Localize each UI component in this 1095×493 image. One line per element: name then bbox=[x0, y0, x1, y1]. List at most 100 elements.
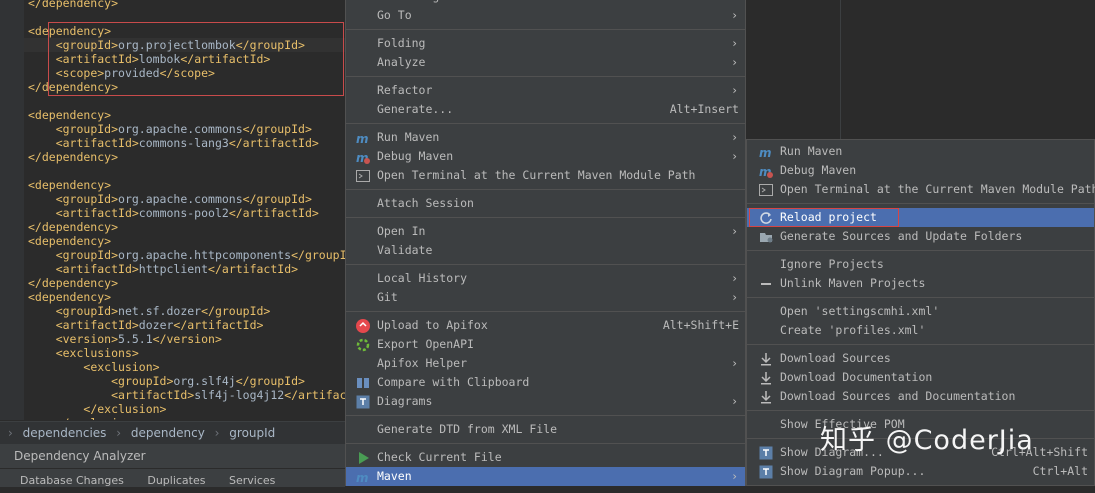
menu-item-label: Git bbox=[377, 290, 398, 304]
bottom-tool-tabs: Database Changes Duplicates Services bbox=[0, 468, 345, 487]
menu-separator bbox=[346, 217, 745, 218]
menu-item-local-history[interactable]: Local History › bbox=[346, 269, 745, 288]
xml-tag: </groupId> bbox=[291, 248, 345, 262]
chevron-right-icon: › bbox=[732, 290, 737, 304]
menu-item-ignore-projects[interactable]: Ignore Projects bbox=[747, 255, 1094, 274]
menu-item-export-openapi[interactable]: Export OpenAPI bbox=[346, 335, 745, 354]
menu-item-label: Analyze bbox=[377, 55, 426, 69]
menu-separator bbox=[747, 203, 1094, 204]
menu-item-go-to[interactable]: Go To › bbox=[346, 6, 745, 25]
code-line: </dependency> bbox=[28, 276, 118, 290]
menu-item-open-in[interactable]: Open In › bbox=[346, 222, 745, 241]
code-line: <exclusion> bbox=[28, 360, 160, 374]
xml-tag: </dependency> bbox=[28, 276, 119, 290]
xml-text: commons-pool2 bbox=[138, 206, 229, 220]
menu-item-label: Run Maven bbox=[780, 144, 843, 158]
code-line: <artifactId>commons-lang3</artifactId> bbox=[28, 136, 319, 150]
xml-tag: </dependency> bbox=[28, 150, 119, 164]
code-editor[interactable]: </dependency> <dependency> <groupId>org.p… bbox=[0, 0, 345, 420]
xml-tag: <dependency> bbox=[28, 234, 112, 248]
openapi-icon bbox=[356, 338, 370, 352]
breadcrumb-item[interactable]: dependencies bbox=[23, 426, 107, 440]
menu-item-diagrams[interactable]: Diagrams › bbox=[346, 392, 745, 411]
menu-item-open-terminal-at-the-current-maven-module-path[interactable]: Open Terminal at the Current Maven Modul… bbox=[747, 180, 1095, 199]
menu-item-label: Validate bbox=[377, 243, 433, 257]
menu-item-debug-maven[interactable]: m Debug Maven bbox=[747, 161, 1094, 180]
menu-item-download-sources[interactable]: Download Sources bbox=[747, 349, 1094, 368]
menu-item-label: Debug Maven bbox=[377, 149, 454, 163]
menu-item-debug-maven[interactable]: m Debug Maven › bbox=[346, 147, 745, 166]
tab-duplicates[interactable]: Duplicates bbox=[147, 474, 205, 487]
menu-item-run-maven[interactable]: m Run Maven › bbox=[346, 128, 745, 147]
xml-tag: <exclusion> bbox=[83, 360, 160, 374]
code-line: <groupId>net.sf.dozer</groupId> bbox=[28, 304, 271, 318]
menu-item-unlink-maven-projects[interactable]: Unlink Maven Projects bbox=[747, 274, 1094, 293]
code-line: <groupId>org.slf4j</groupId> bbox=[28, 374, 305, 388]
menu-item-apifox-helper[interactable]: Apifox Helper › bbox=[346, 354, 745, 373]
menu-separator bbox=[346, 311, 745, 312]
minus-icon bbox=[759, 277, 773, 291]
menu-separator bbox=[747, 250, 1094, 251]
xml-text: commons-lang3 bbox=[138, 136, 229, 150]
menu-item-open-settingscmhi-xml[interactable]: Open 'settingscmhi.xml' bbox=[747, 302, 1094, 321]
xml-text: org.slf4j bbox=[173, 374, 236, 388]
menu-item-label: Check Current File bbox=[377, 450, 502, 464]
menu-item-generate-sources-and-update-folders[interactable]: Generate Sources and Update Folders bbox=[747, 227, 1094, 246]
xml-text: net.sf.dozer bbox=[118, 304, 202, 318]
menu-item-download-sources-and-documentation[interactable]: Download Sources and Documentation bbox=[747, 387, 1094, 406]
menu-item-label: Generate Sources and Update Folders bbox=[780, 229, 1023, 243]
diagram-icon bbox=[356, 395, 370, 409]
breadcrumb: › dependencies › dependency › groupId bbox=[0, 421, 345, 444]
menu-item-create-profiles-xml[interactable]: Create 'profiles.xml' bbox=[747, 321, 1094, 340]
menu-separator bbox=[346, 264, 745, 265]
maven-icon: m bbox=[356, 131, 370, 146]
xml-tag: </exclusion> bbox=[83, 402, 167, 416]
download-icon bbox=[759, 371, 773, 385]
menu-item-check-current-file[interactable]: Check Current File bbox=[346, 448, 745, 467]
xml-tag: </artifactId> bbox=[208, 262, 299, 276]
watermark: 知乎 @CoderJia bbox=[820, 425, 1034, 456]
xml-tag: </groupId> bbox=[242, 122, 312, 136]
menu-item-generate[interactable]: Generate... Alt+Insert bbox=[346, 100, 745, 119]
breadcrumb-item[interactable]: groupId bbox=[229, 426, 275, 440]
menu-item-validate[interactable]: Validate bbox=[346, 241, 745, 260]
menu-separator bbox=[747, 344, 1094, 345]
menu-item-download-documentation[interactable]: Download Documentation bbox=[747, 368, 1094, 387]
download-icon bbox=[759, 390, 773, 404]
breadcrumb-item[interactable]: dependency bbox=[131, 426, 205, 440]
dependency-analyzer-tab[interactable]: Dependency Analyzer bbox=[0, 444, 345, 468]
reload-highlight-box bbox=[749, 208, 899, 227]
menu-item-label: Diagrams bbox=[377, 394, 433, 408]
code-line: </dependency> bbox=[28, 0, 118, 10]
tab-services[interactable]: Services bbox=[229, 474, 275, 487]
xml-tag: </artifactId> bbox=[228, 206, 319, 220]
menu-item-git[interactable]: Git › bbox=[346, 288, 745, 307]
xml-text: org.apache.commons bbox=[118, 192, 243, 206]
menu-item-folding[interactable]: Folding › bbox=[346, 34, 745, 53]
menu-item-maven[interactable]: m Maven › bbox=[346, 467, 745, 486]
download-icon bbox=[759, 352, 773, 366]
menu-item-label: Open In bbox=[377, 224, 426, 238]
tab-database-changes[interactable]: Database Changes bbox=[20, 474, 124, 487]
menu-item-attach-session[interactable]: Attach Session bbox=[346, 194, 745, 213]
menu-item-label: Refactor bbox=[377, 83, 433, 97]
menu-item-run-maven[interactable]: m Run Maven bbox=[747, 142, 1094, 161]
menu-item-open-terminal-at-the-current-maven-module-path[interactable]: Open Terminal at the Current Maven Modul… bbox=[346, 166, 745, 185]
context-menu: Find UsagesAlt+F7Go To›Folding›Analyze›R… bbox=[345, 0, 746, 486]
code-line: <dependency> bbox=[28, 178, 111, 192]
xml-tag: <artifactId> bbox=[55, 318, 139, 332]
menu-item-compare-with-clipboard[interactable]: Compare with Clipboard bbox=[346, 373, 745, 392]
menu-item-refactor[interactable]: Refactor › bbox=[346, 81, 745, 100]
code-line: <groupId>org.apache.commons</groupId> bbox=[28, 122, 312, 136]
xml-tag: </groupId> bbox=[201, 304, 271, 318]
code-line: <artifactId>commons-pool2</artifactId> bbox=[28, 206, 319, 220]
code-line: <dependency> bbox=[28, 290, 111, 304]
menu-separator bbox=[346, 189, 745, 190]
menu-item-shortcut: Alt+Insert bbox=[669, 102, 739, 116]
menu-item-upload-to-apifox[interactable]: Upload to Apifox Alt+Shift+E bbox=[346, 316, 745, 335]
menu-item-generate-dtd-from-xml-file[interactable]: Generate DTD from XML File bbox=[346, 420, 745, 439]
menu-item-show-diagram-popup[interactable]: Show Diagram Popup... Ctrl+Alt bbox=[747, 462, 1094, 481]
menu-item-analyze[interactable]: Analyze › bbox=[346, 53, 745, 72]
diagram-icon bbox=[759, 465, 773, 479]
menu-item-shortcut: Ctrl+Alt bbox=[1032, 464, 1088, 478]
